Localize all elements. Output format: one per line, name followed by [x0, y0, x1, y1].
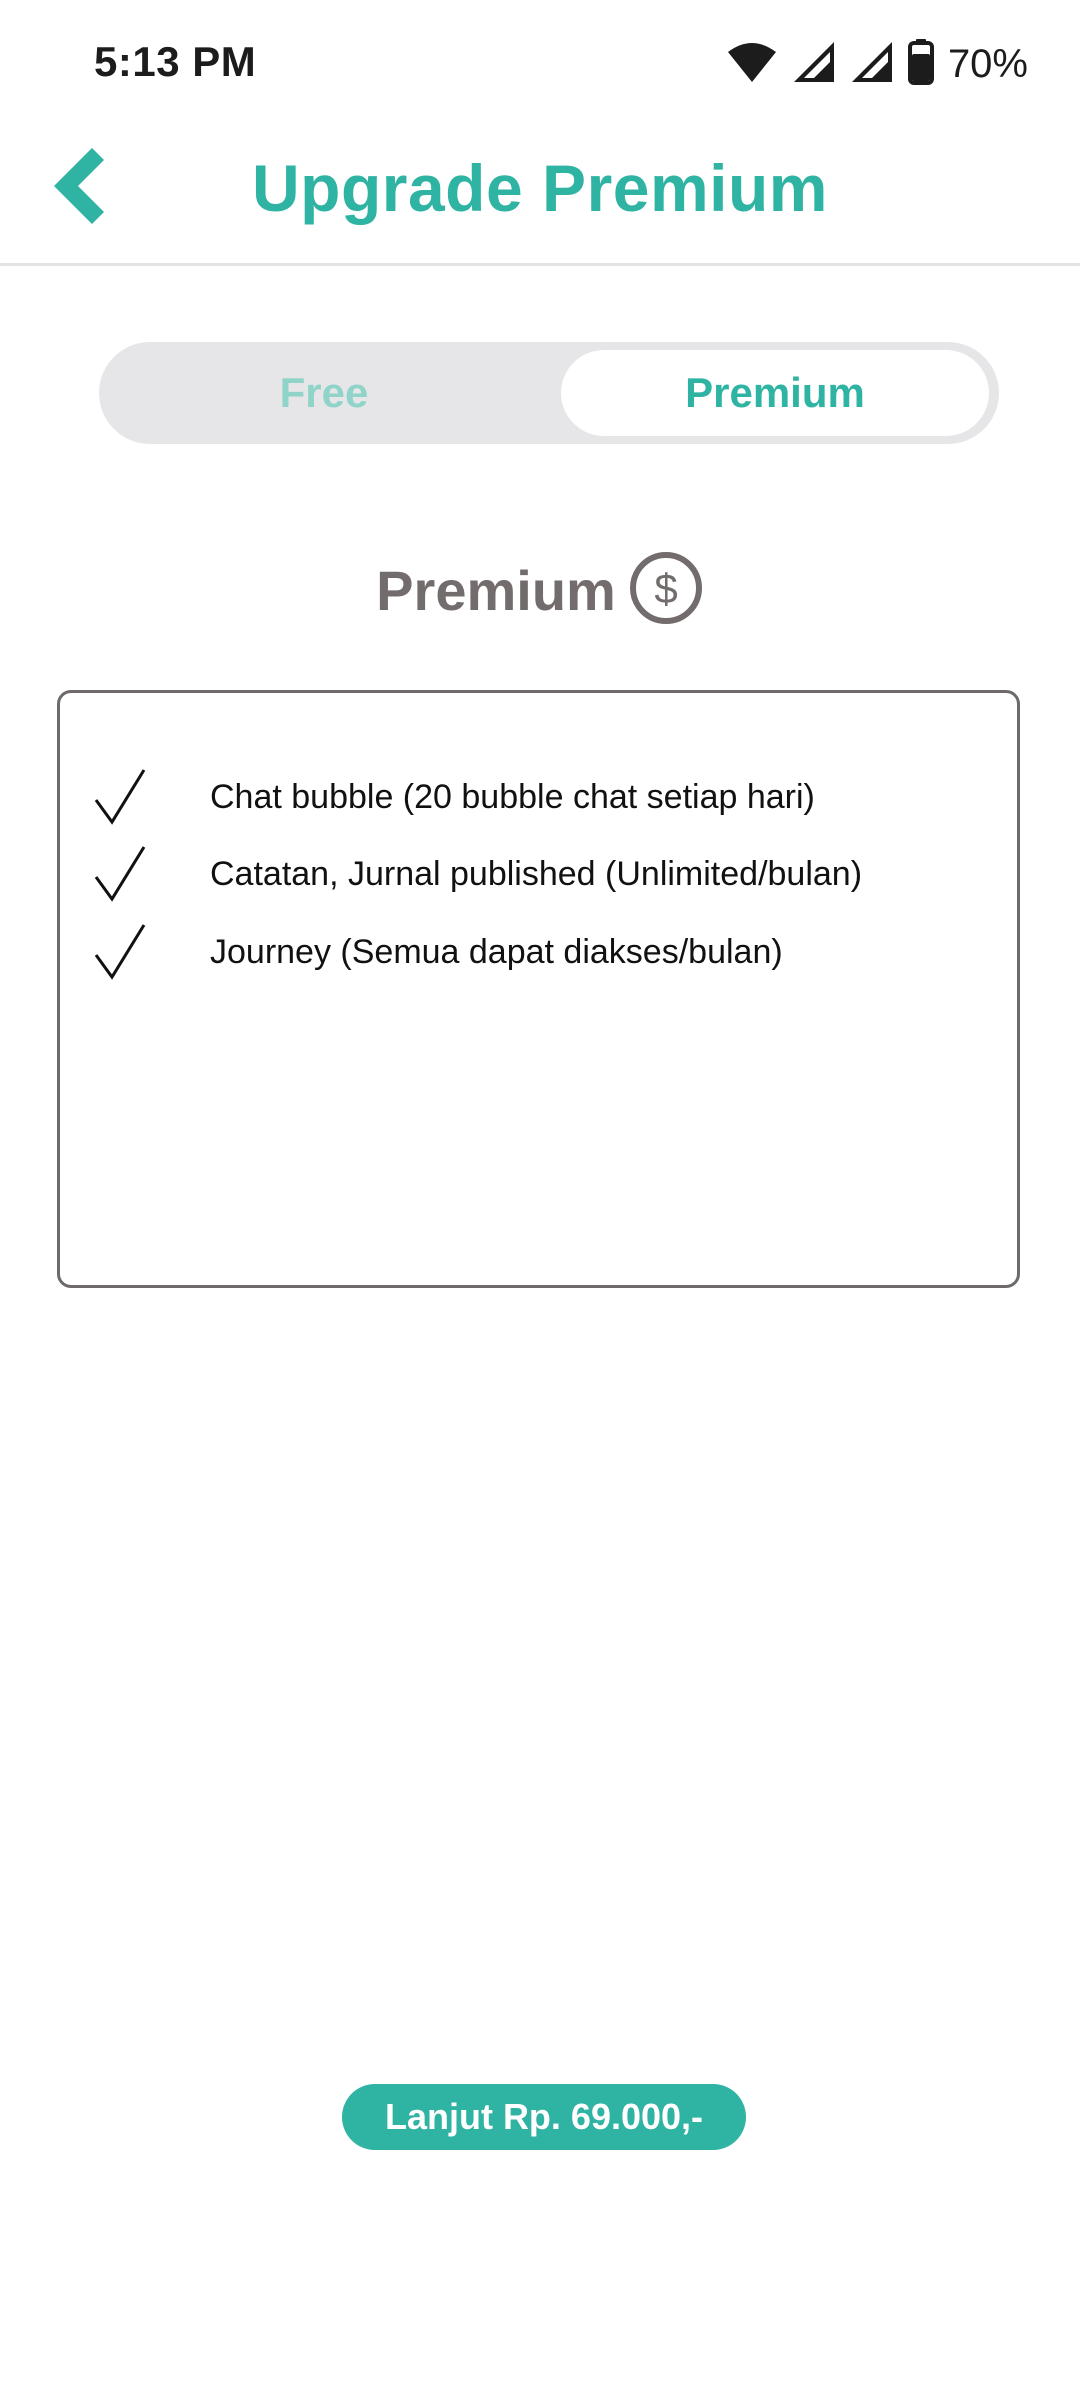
feature-item: Chat bubble (20 bubble chat setiap hari)	[92, 766, 815, 828]
plan-title: Premium	[376, 558, 616, 622]
page-title: Upgrade Premium	[252, 151, 828, 225]
battery-percent: 70%	[947, 41, 1028, 86]
status-bar: 5:13 PM 70%	[0, 0, 1080, 128]
svg-text:$: $	[654, 565, 677, 612]
feature-text: Chat bubble (20 bubble chat setiap hari)	[210, 777, 815, 816]
signal-icon	[850, 40, 894, 89]
status-time: 5:13 PM	[94, 38, 257, 85]
plan-toggle: Free Premium	[99, 342, 999, 444]
checkmark-icon	[92, 921, 152, 983]
app-header: Upgrade Premium	[0, 128, 1080, 266]
toggle-option-free[interactable]: Free	[99, 342, 549, 444]
feature-box: Chat bubble (20 bubble chat setiap hari)…	[57, 690, 1020, 1288]
wifi-icon	[726, 40, 778, 89]
toggle-option-premium[interactable]: Premium	[561, 350, 989, 436]
feature-item: Catatan, Jurnal published (Unlimited/bul…	[92, 843, 862, 905]
feature-text: Catatan, Jurnal published (Unlimited/bul…	[210, 854, 863, 893]
feature-item: Journey (Semua dapat diakses/bulan)	[92, 921, 783, 983]
battery-icon	[907, 38, 934, 90]
feature-text: Journey (Semua dapat diakses/bulan)	[210, 932, 783, 971]
checkmark-icon	[92, 766, 152, 828]
dollar-circle-icon: $	[628, 550, 704, 631]
signal-icon	[792, 40, 836, 89]
plan-heading: Premium $	[0, 548, 1080, 632]
continue-payment-button[interactable]: Lanjut Rp. 69.000,-	[342, 2084, 746, 2150]
status-icons: 70%	[726, 36, 1028, 92]
checkmark-icon	[92, 843, 152, 905]
